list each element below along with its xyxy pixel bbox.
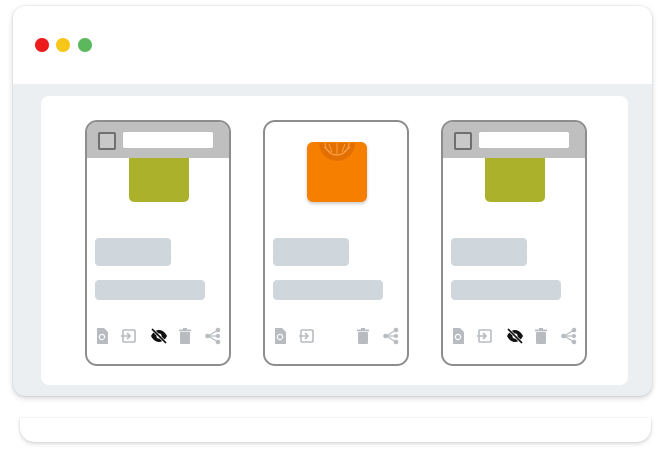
minimize-button[interactable]: [56, 38, 70, 52]
thumbnail-pattern-icon: [319, 142, 355, 161]
card-header: [443, 122, 585, 158]
card-actions: [265, 326, 407, 348]
title-bar: [13, 6, 652, 84]
bottom-shelf: [20, 418, 651, 442]
maximize-button[interactable]: [78, 38, 92, 52]
subtitle-placeholder: [95, 280, 205, 300]
preview-icon[interactable]: [270, 326, 290, 346]
item-card[interactable]: [85, 120, 231, 366]
share-icon[interactable]: [559, 326, 579, 346]
select-checkbox[interactable]: [454, 132, 472, 150]
select-checkbox[interactable]: [98, 132, 116, 150]
close-button[interactable]: [35, 38, 49, 52]
preview-icon[interactable]: [448, 326, 468, 346]
item-card[interactable]: [263, 120, 409, 366]
subtitle-placeholder: [273, 280, 383, 300]
card-grid: [41, 96, 628, 385]
delete-icon[interactable]: [175, 326, 195, 346]
delete-icon[interactable]: [353, 326, 373, 346]
card-actions: [87, 326, 229, 348]
eye-off-icon[interactable]: [505, 326, 525, 346]
title-placeholder: [273, 238, 349, 266]
card-header: [87, 122, 229, 158]
app-window: [13, 6, 652, 396]
share-icon[interactable]: [203, 326, 223, 346]
card-actions: [443, 326, 585, 348]
share-icon[interactable]: [381, 326, 401, 346]
title-placeholder: [95, 238, 171, 266]
preview-icon[interactable]: [92, 326, 112, 346]
eye-off-icon[interactable]: [149, 326, 169, 346]
card-title-placeholder: [123, 132, 213, 148]
item-card[interactable]: [441, 120, 587, 366]
move-icon[interactable]: [475, 326, 495, 346]
move-icon[interactable]: [297, 326, 317, 346]
thumbnail: [307, 142, 367, 202]
move-icon[interactable]: [119, 326, 139, 346]
card-title-placeholder: [479, 132, 569, 148]
delete-icon[interactable]: [531, 326, 551, 346]
title-placeholder: [451, 238, 527, 266]
subtitle-placeholder: [451, 280, 561, 300]
